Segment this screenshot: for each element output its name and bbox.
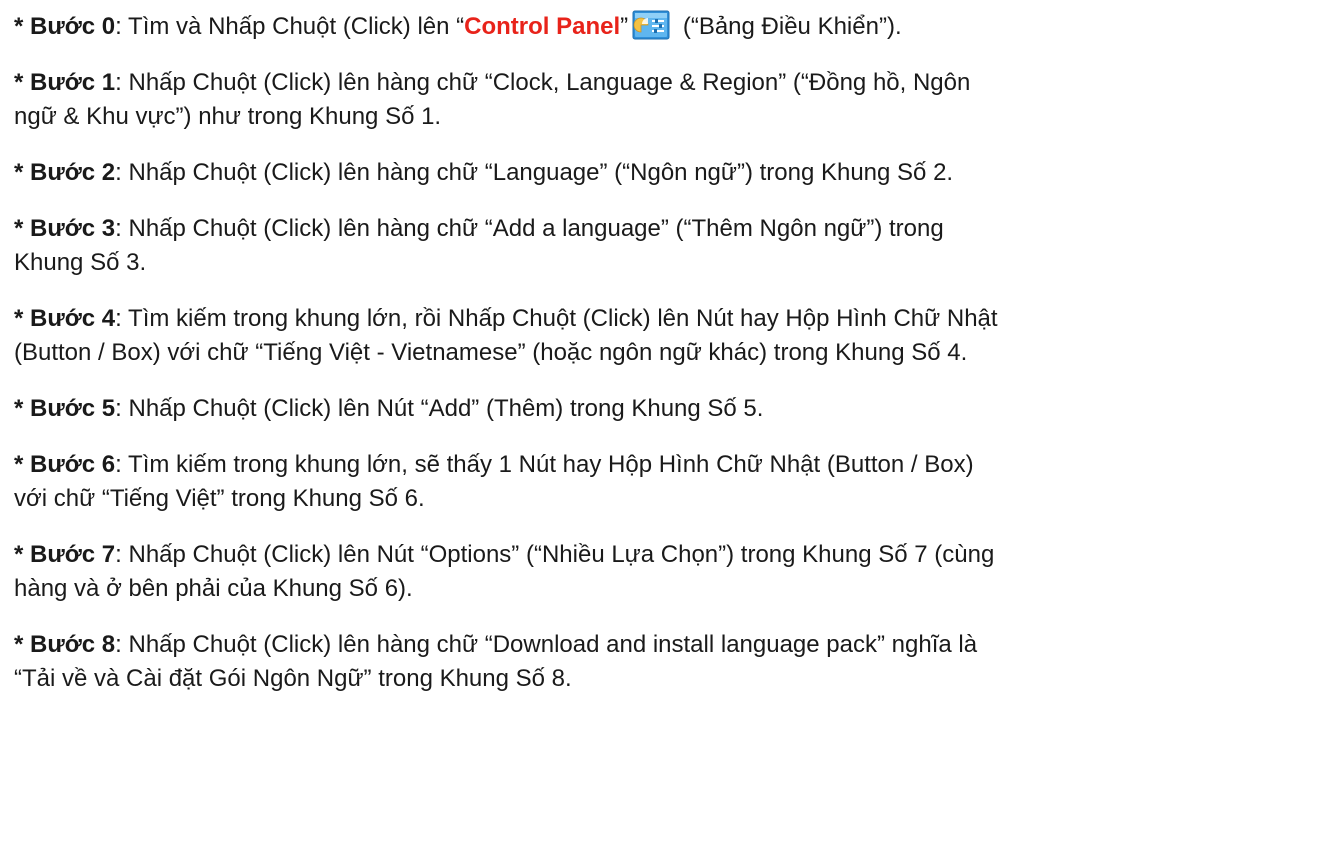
step-2: * Bước 2: Nhấp Chuột (Click) lên hàng ch… <box>14 156 1312 190</box>
step-8-line-1: * Bước 8: Nhấp Chuột (Click) lên hàng ch… <box>14 628 1312 662</box>
step-3-label: Bước 3 <box>30 215 116 242</box>
step-6-label: Bước 6 <box>30 451 116 478</box>
step-5: * Bước 5: Nhấp Chuột (Click) lên Nút “Ad… <box>14 392 1312 426</box>
step-3: * Bước 3: Nhấp Chuột (Click) lên hàng ch… <box>14 212 1312 280</box>
step-4-line-1: * Bước 4: Tìm kiếm trong khung lớn, rồi … <box>14 302 1312 336</box>
step-0: * Bước 0: Tìm và Nhấp Chuột (Click) lên … <box>14 10 1312 44</box>
step-3-text-1: : Nhấp Chuột (Click) lên hàng chữ “Add a… <box>115 215 944 242</box>
step-7-prefix: * <box>14 541 31 568</box>
step-7-line-1: * Bước 7: Nhấp Chuột (Click) lên Nút “Op… <box>14 538 1312 572</box>
step-2-label: Bước 2 <box>30 159 116 186</box>
step-6-prefix: * <box>14 451 31 478</box>
step-3-prefix: * <box>14 215 31 242</box>
step-1-prefix: * <box>14 69 31 96</box>
step-4-text-1: : Tìm kiếm trong khung lớn, rồi Nhấp Chu… <box>115 305 998 332</box>
step-7-label: Bước 7 <box>30 541 116 568</box>
step-1-label: Bước 1 <box>30 69 116 96</box>
step-4-line-2: (Button / Box) với chữ “Tiếng Việt - Vie… <box>14 339 968 366</box>
control-panel-highlight: Control Panel <box>464 13 621 40</box>
step-0-text-after-highlight: ” <box>620 13 629 40</box>
step-3-line-1: * Bước 3: Nhấp Chuột (Click) lên hàng ch… <box>14 212 1312 246</box>
step-4: * Bước 4: Tìm kiếm trong khung lớn, rồi … <box>14 302 1312 370</box>
step-6-line-1: * Bước 6: Tìm kiếm trong khung lớn, sẽ t… <box>14 448 1312 482</box>
step-6-text-1: : Tìm kiếm trong khung lớn, sẽ thấy 1 Nú… <box>115 451 974 478</box>
step-6-line-2: với chữ “Tiếng Việt” trong Khung Số 6. <box>14 485 425 512</box>
step-0-prefix: * <box>14 13 31 40</box>
step-8-prefix: * <box>14 631 31 658</box>
step-7-text-1: : Nhấp Chuột (Click) lên Nút “Options” (… <box>115 541 995 568</box>
control-panel-icon <box>632 10 670 40</box>
step-0-text-after-icon: (“Bảng Điều Khiển”). <box>676 13 902 40</box>
step-0-label: Bước 0 <box>30 13 116 40</box>
step-4-label: Bước 4 <box>30 305 116 332</box>
step-5-label: Bước 5 <box>30 395 116 422</box>
step-0-text-before: : Tìm và Nhấp Chuột (Click) lên “ <box>115 13 465 40</box>
step-5-text-1: : Nhấp Chuột (Click) lên Nút “Add” (Thêm… <box>115 395 764 422</box>
step-3-line-2: Khung Số 3. <box>14 249 147 276</box>
step-7: * Bước 7: Nhấp Chuột (Click) lên Nút “Op… <box>14 538 1312 606</box>
step-2-prefix: * <box>14 159 31 186</box>
step-2-text-1: : Nhấp Chuột (Click) lên hàng chữ “Langu… <box>115 159 954 186</box>
step-4-prefix: * <box>14 305 31 332</box>
step-1-line-1: * Bước 1: Nhấp Chuột (Click) lên hàng ch… <box>14 66 1312 100</box>
step-1-line-2: ngữ & Khu vực”) như trong Khung Số 1. <box>14 103 442 130</box>
instruction-document: * Bước 0: Tìm và Nhấp Chuột (Click) lên … <box>0 0 1326 696</box>
step-1-text-1: : Nhấp Chuột (Click) lên hàng chữ “Clock… <box>115 69 971 96</box>
step-7-line-2: hàng và ở bên phải của Khung Số 6). <box>14 575 413 602</box>
step-5-line-1: * Bước 5: Nhấp Chuột (Click) lên Nút “Ad… <box>14 392 1312 426</box>
step-2-line-1: * Bước 2: Nhấp Chuột (Click) lên hàng ch… <box>14 156 1312 190</box>
step-8-line-2: “Tải về và Cài đặt Gói Ngôn Ngữ” trong K… <box>14 665 572 692</box>
step-8: * Bước 8: Nhấp Chuột (Click) lên hàng ch… <box>14 628 1312 696</box>
step-8-text-1: : Nhấp Chuột (Click) lên hàng chữ “Downl… <box>115 631 978 658</box>
step-0-line-1: * Bước 0: Tìm và Nhấp Chuột (Click) lên … <box>14 10 1312 44</box>
step-1: * Bước 1: Nhấp Chuột (Click) lên hàng ch… <box>14 66 1312 134</box>
step-6: * Bước 6: Tìm kiếm trong khung lớn, sẽ t… <box>14 448 1312 516</box>
step-5-prefix: * <box>14 395 31 422</box>
step-8-label: Bước 8 <box>30 631 116 658</box>
